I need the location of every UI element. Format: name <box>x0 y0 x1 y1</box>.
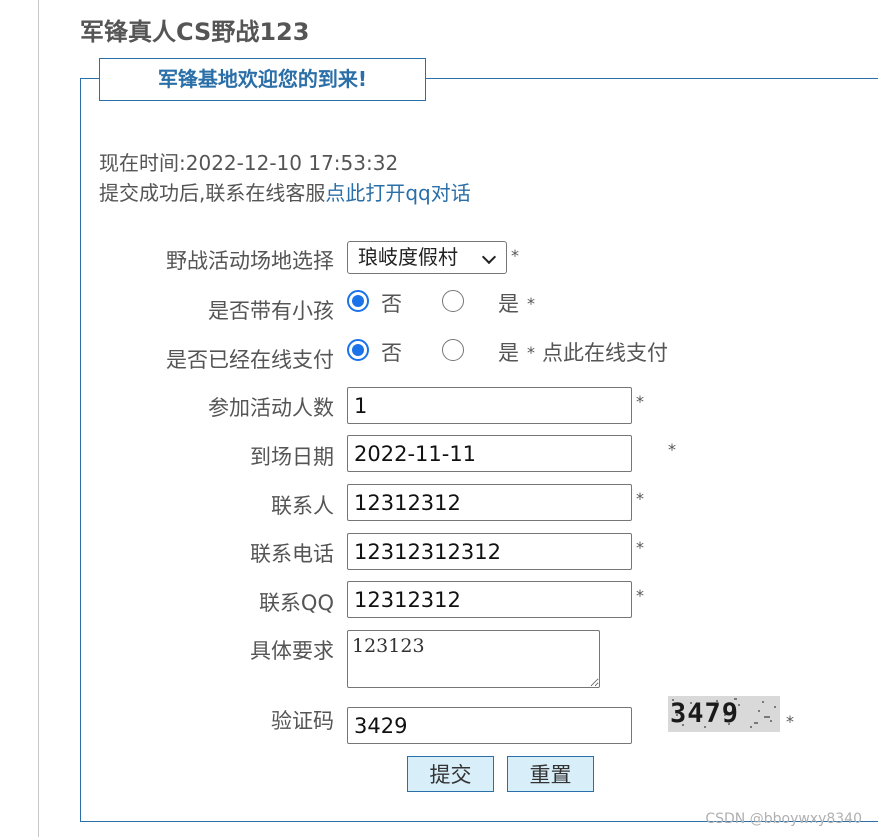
contact-hint: 提交成功后,联系在线客服点此打开qq对话 <box>99 179 471 207</box>
reset-button[interactable]: 重置 <box>507 756 594 792</box>
paid-label: 是否已经在线支付 <box>166 348 334 372</box>
chevron-down-icon <box>481 249 497 265</box>
people-input[interactable] <box>347 387 632 424</box>
required-mark: * <box>511 246 519 265</box>
required-mark: * <box>636 586 644 605</box>
left-divider <box>38 0 39 837</box>
pay-online-link[interactable]: 点此在线支付 <box>542 338 668 368</box>
qq-chat-link[interactable]: 点此打开qq对话 <box>325 181 470 205</box>
date-label: 到场日期 <box>250 445 334 469</box>
required-mark: * <box>527 294 535 313</box>
contact-input[interactable] <box>347 484 632 521</box>
required-mark: * <box>636 538 644 557</box>
venue-select[interactable]: 琅岐度假村 <box>347 241 507 274</box>
phone-input[interactable] <box>347 533 632 570</box>
captcha-input[interactable] <box>347 707 632 744</box>
site-title: 军锋真人CS野战123 <box>80 18 310 46</box>
captcha-label: 验证码 <box>271 709 334 733</box>
time-label: 现在时间: <box>99 151 186 175</box>
paid-yes-radio[interactable] <box>442 339 464 361</box>
required-mark: * <box>636 489 644 508</box>
requirements-textarea[interactable]: 123123 <box>347 630 600 688</box>
contact-prefix: 提交成功后,联系在线客服 <box>99 181 326 205</box>
watermark: CSDN @bboywxy8340 <box>705 811 862 827</box>
contact-label: 联系人 <box>271 494 334 518</box>
time-value: 2022-12-10 17:53:32 <box>185 151 399 175</box>
paid-no-radio[interactable] <box>347 339 369 361</box>
paid-yes-text: 是 <box>498 341 519 365</box>
venue-label: 野战活动场地选择 <box>166 249 334 273</box>
qq-label: 联系QQ <box>258 591 334 615</box>
required-mark: * <box>636 392 644 411</box>
captcha-image[interactable]: 3479 <box>668 696 780 732</box>
kids-label: 是否带有小孩 <box>208 299 334 323</box>
submit-button[interactable]: 提交 <box>407 756 494 792</box>
kids-no-text: 否 <box>381 292 402 316</box>
welcome-legend: 军锋基地欢迎您的到来! <box>99 58 426 101</box>
people-label: 参加活动人数 <box>208 396 334 420</box>
required-mark: * <box>668 440 676 459</box>
paid-no-text: 否 <box>381 341 402 365</box>
qq-input[interactable] <box>347 581 632 618</box>
phone-label: 联系电话 <box>250 542 334 566</box>
required-mark: * <box>527 343 535 362</box>
date-input[interactable] <box>347 435 632 472</box>
kids-yes-radio[interactable] <box>442 290 464 312</box>
kids-yes-text: 是 <box>498 292 519 316</box>
venue-selected: 琅岐度假村 <box>358 245 458 269</box>
requirements-label: 具体要求 <box>250 639 334 663</box>
current-time: 现在时间:2022-12-10 17:53:32 <box>99 149 398 177</box>
captcha-text: 3479 <box>670 698 740 729</box>
required-mark: * <box>786 712 794 731</box>
kids-no-radio[interactable] <box>347 290 369 312</box>
